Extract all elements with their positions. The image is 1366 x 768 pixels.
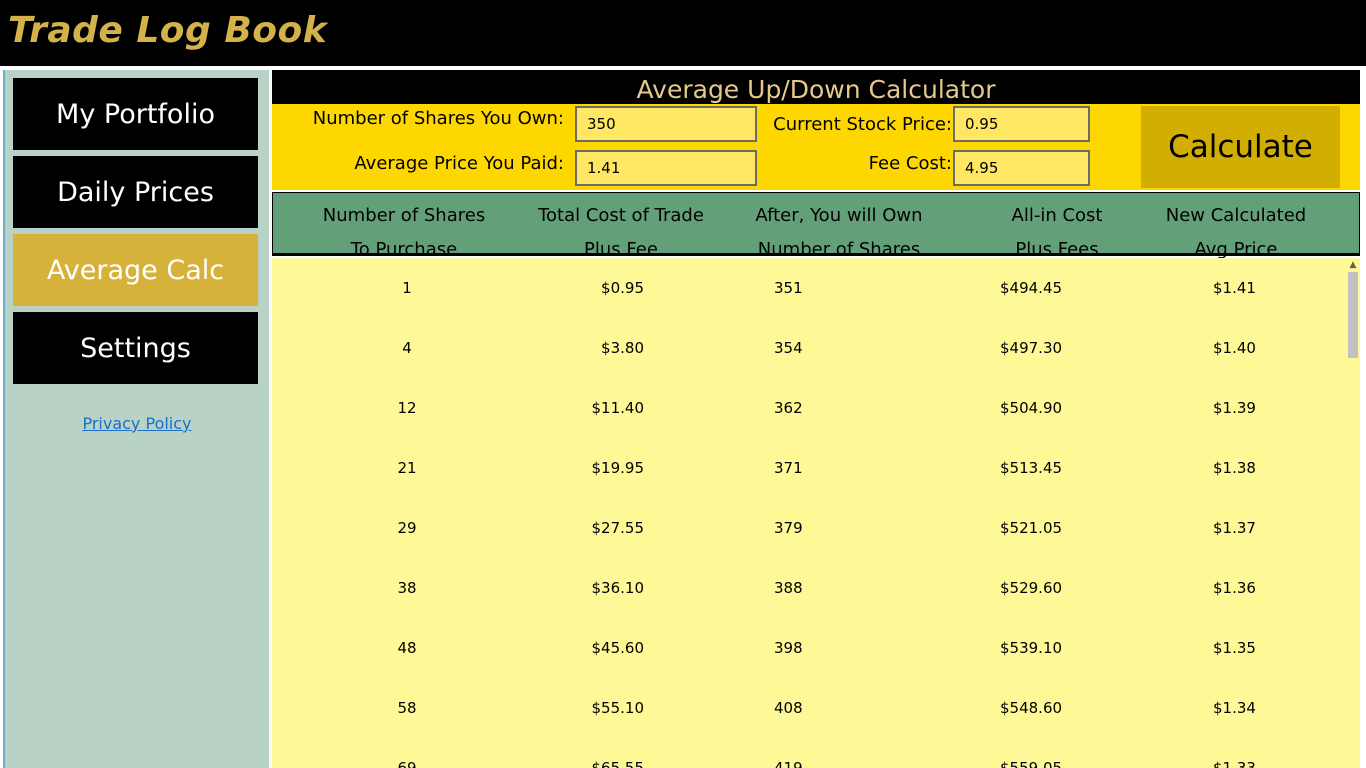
cell-total-cost: $55.10 (591, 699, 645, 717)
table-row: 69 $65.55 419 $559.05 $1.33 (272, 738, 1346, 768)
cell-shares-to-purchase: 69 (397, 759, 417, 768)
cell-all-in-cost: $548.60 (1000, 699, 1063, 717)
table-row: 12 $11.40 362 $504.90 $1.39 (272, 378, 1346, 438)
cell-new-avg-price: $1.37 (1213, 519, 1256, 537)
cell-total-cost: $11.40 (591, 399, 645, 417)
cell-all-in-cost: $504.90 (1000, 399, 1063, 417)
cell-total-cost: $45.60 (591, 639, 645, 657)
cell-all-in-cost: $497.30 (1000, 339, 1063, 357)
cell-all-in-cost: $529.60 (1000, 579, 1063, 597)
header-all-in-cost: All-in Cost Plus Fees (1011, 205, 1103, 260)
shares-owned-label: Number of Shares You Own: (312, 108, 564, 129)
cell-new-avg-price: $1.40 (1213, 339, 1256, 357)
cell-total-cost: $65.55 (591, 759, 645, 768)
table-row: 58 $55.10 408 $548.60 $1.34 (272, 678, 1346, 738)
title-bar: Trade Log Book (0, 0, 1366, 66)
app-title: Trade Log Book (8, 10, 328, 51)
calculator-title: Average Up/Down Calculator (272, 70, 1360, 104)
cell-shares-to-purchase: 29 (397, 519, 417, 537)
calculator-input-area: Number of Shares You Own: Average Price … (272, 104, 1360, 190)
cell-shares-to-purchase: 38 (397, 579, 417, 597)
cell-total-cost: $3.80 (601, 339, 644, 357)
table-row: 29 $27.55 379 $521.05 $1.37 (272, 498, 1346, 558)
table-row: 48 $45.60 398 $539.10 $1.35 (272, 618, 1346, 678)
scroll-up-arrow-icon[interactable]: ▲ (1348, 260, 1358, 270)
cell-new-avg-price: $1.35 (1213, 639, 1256, 657)
header-new-avg-price: New Calculated Avg Price (1165, 205, 1307, 260)
calculate-button[interactable]: Calculate (1141, 106, 1340, 188)
table-scrollbar[interactable]: ▲ (1346, 258, 1360, 768)
avg-price-input[interactable] (575, 150, 757, 186)
nav-daily-prices[interactable]: Daily Prices (13, 156, 258, 228)
nav-average-calc[interactable]: Average Calc (13, 234, 258, 306)
cell-shares-after: 408 (774, 699, 803, 717)
header-shares-after: After, You will Own Number of Shares (755, 205, 923, 260)
cell-all-in-cost: $539.10 (1000, 639, 1063, 657)
table-row: 38 $36.10 388 $529.60 $1.36 (272, 558, 1346, 618)
current-price-label: Current Stock Price: (773, 114, 952, 135)
nav-my-portfolio[interactable]: My Portfolio (13, 78, 258, 150)
cell-total-cost: $19.95 (591, 459, 645, 477)
cell-shares-to-purchase: 48 (397, 639, 417, 657)
avg-price-label: Average Price You Paid: (354, 153, 564, 174)
cell-total-cost: $27.55 (591, 519, 645, 537)
cell-new-avg-price: $1.36 (1213, 579, 1256, 597)
cell-shares-to-purchase: 58 (397, 699, 417, 717)
cell-total-cost: $36.10 (591, 579, 645, 597)
cell-shares-after: 362 (774, 399, 803, 417)
cell-shares-after: 354 (774, 339, 803, 357)
cell-shares-to-purchase: 1 (402, 279, 412, 297)
cell-new-avg-price: $1.38 (1213, 459, 1256, 477)
cell-new-avg-price: $1.39 (1213, 399, 1256, 417)
current-price-input[interactable] (953, 106, 1090, 142)
cell-total-cost: $0.95 (601, 279, 644, 297)
cell-shares-after: 371 (774, 459, 803, 477)
header-total-cost: Total Cost of Trade Plus Fee (538, 205, 704, 260)
cell-shares-after: 388 (774, 579, 803, 597)
results-table[interactable]: 1 $0.95 351 $494.45 $1.41 4 $3.80 354 $4… (272, 258, 1346, 768)
cell-shares-to-purchase: 21 (397, 459, 417, 477)
cell-all-in-cost: $513.45 (1000, 459, 1063, 477)
results-header: Number of Shares To Purchase Total Cost … (272, 192, 1360, 260)
cell-all-in-cost: $494.45 (1000, 279, 1063, 297)
table-row: 4 $3.80 354 $497.30 $1.40 (272, 318, 1346, 378)
sidebar: My Portfolio Daily Prices Average Calc S… (3, 70, 269, 768)
fee-cost-label: Fee Cost: (868, 153, 952, 174)
shares-owned-input[interactable] (575, 106, 757, 142)
fee-cost-input[interactable] (953, 150, 1090, 186)
cell-shares-after: 419 (774, 759, 803, 768)
cell-shares-to-purchase: 12 (397, 399, 417, 417)
cell-all-in-cost: $521.05 (1000, 519, 1063, 537)
table-row: 21 $19.95 371 $513.45 $1.38 (272, 438, 1346, 498)
cell-shares-to-purchase: 4 (402, 339, 412, 357)
calculator-panel: Average Up/Down Calculator Number of Sha… (272, 70, 1360, 768)
nav-settings[interactable]: Settings (13, 312, 258, 384)
cell-shares-after: 351 (774, 279, 803, 297)
header-shares-to-purchase: Number of Shares To Purchase (322, 205, 486, 260)
cell-new-avg-price: $1.33 (1213, 759, 1256, 768)
cell-shares-after: 379 (774, 519, 803, 537)
table-row: 1 $0.95 351 $494.45 $1.41 (272, 258, 1346, 318)
cell-new-avg-price: $1.34 (1213, 699, 1256, 717)
scrollbar-thumb[interactable] (1348, 272, 1358, 358)
cell-shares-after: 398 (774, 639, 803, 657)
privacy-policy-link[interactable]: Privacy Policy (5, 414, 269, 433)
cell-new-avg-price: $1.41 (1213, 279, 1256, 297)
cell-all-in-cost: $559.05 (1000, 759, 1063, 768)
